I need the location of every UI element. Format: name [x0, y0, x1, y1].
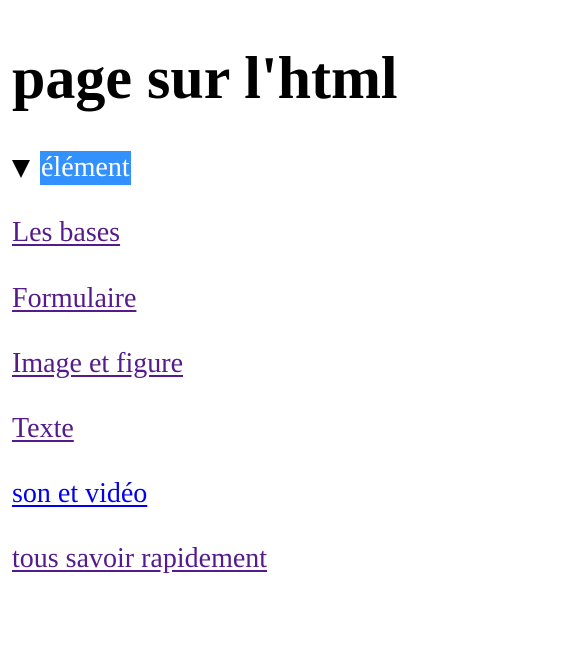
- link-son-et-video[interactable]: son et vidéo: [12, 477, 147, 511]
- summary-label: élément: [40, 151, 131, 185]
- page-title: page sur l'html: [12, 45, 398, 111]
- link-tous-savoir-rapidement[interactable]: tous savoir rapidement: [12, 542, 267, 576]
- link-les-bases[interactable]: Les bases: [12, 216, 120, 250]
- disclosure-triangle-open-icon[interactable]: [12, 160, 30, 178]
- link-texte[interactable]: Texte: [12, 412, 74, 446]
- link-formulaire[interactable]: Formulaire: [12, 282, 136, 316]
- details-summary-element[interactable]: élément: [12, 151, 131, 185]
- link-image-et-figure[interactable]: Image et figure: [12, 347, 183, 381]
